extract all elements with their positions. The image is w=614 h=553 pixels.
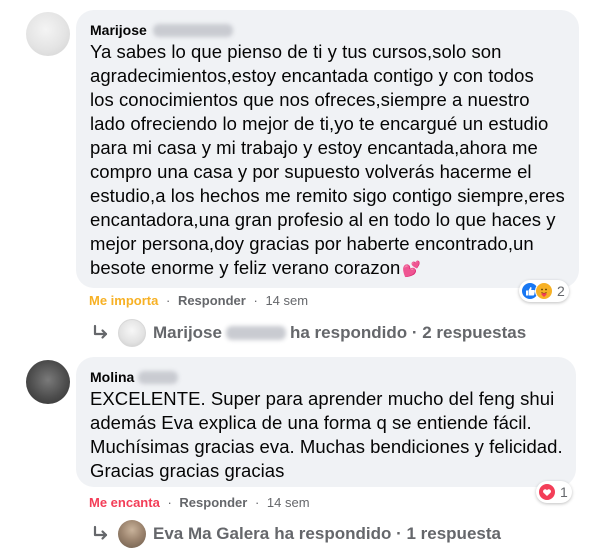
separator-dot: · <box>165 293 171 308</box>
separator-dot: · <box>254 495 260 510</box>
reaction-count: 2 <box>557 283 565 299</box>
replier-name: Eva Ma Galera <box>153 524 270 543</box>
replies-summary: ha respondido · 2 respuestas <box>289 323 527 342</box>
reaction-summary[interactable]: 2 <box>519 280 569 302</box>
reply-arrow-icon <box>93 525 108 540</box>
redacted-surname <box>225 326 286 340</box>
replier-avatar <box>118 319 146 347</box>
heart-emoji-icon: 💕 <box>402 261 422 278</box>
replier-avatar <box>118 520 146 548</box>
comment-text: EXCELENTE. Super para aprender mucho del… <box>90 387 570 483</box>
reaction-summary[interactable]: 1 <box>536 481 572 503</box>
redacted-surname <box>138 371 179 384</box>
comment-bubble: Molina EXCELENTE. Super para aprender mu… <box>76 357 576 487</box>
me-encanta-button[interactable]: Me encanta <box>89 495 160 510</box>
separator-dot: · <box>253 293 258 308</box>
commenter-avatar[interactable] <box>26 12 70 56</box>
reply-button[interactable]: Responder <box>179 495 247 510</box>
redacted-surname <box>152 24 233 37</box>
author-name[interactable]: Marijose <box>90 22 147 38</box>
comment-body: Ya sabes lo que pienso de ti y tus curso… <box>90 41 565 278</box>
reply-button[interactable]: Responder <box>178 293 246 308</box>
comment-timestamp[interactable]: 14 sem <box>265 293 308 308</box>
comment-actions: Me importa · Responder · 14 sem <box>89 293 308 308</box>
author-name[interactable]: Molina <box>90 369 134 385</box>
comment-timestamp[interactable]: 14 sem <box>267 495 310 510</box>
commenter-avatar[interactable] <box>26 360 70 404</box>
reply-arrow-icon <box>93 324 108 339</box>
comment-author[interactable]: Marijose <box>90 22 233 38</box>
view-replies-link[interactable]: Eva Ma Galera ha respondido · 1 respuest… <box>92 520 501 548</box>
care-icon <box>535 282 553 300</box>
me-importa-button[interactable]: Me importa <box>89 293 158 308</box>
reaction-count: 1 <box>560 484 568 500</box>
comment-actions: Me encanta · Responder · 14 sem <box>89 495 310 510</box>
view-replies-link[interactable]: Marijose ha respondido · 2 respuestas <box>92 319 526 347</box>
comment-bubble: Marijose Ya sabes lo que pienso de ti y … <box>76 10 579 288</box>
comment-text: Ya sabes lo que pienso de ti y tus curso… <box>90 40 575 282</box>
replier-name: Marijose <box>153 323 222 342</box>
separator-dot: · <box>167 495 172 510</box>
comment-body: EXCELENTE. Super para aprender mucho del… <box>90 388 563 481</box>
love-icon <box>538 483 556 501</box>
replies-summary: ha respondido · 1 respuesta <box>274 524 501 543</box>
comment-author[interactable]: Molina <box>90 369 179 385</box>
